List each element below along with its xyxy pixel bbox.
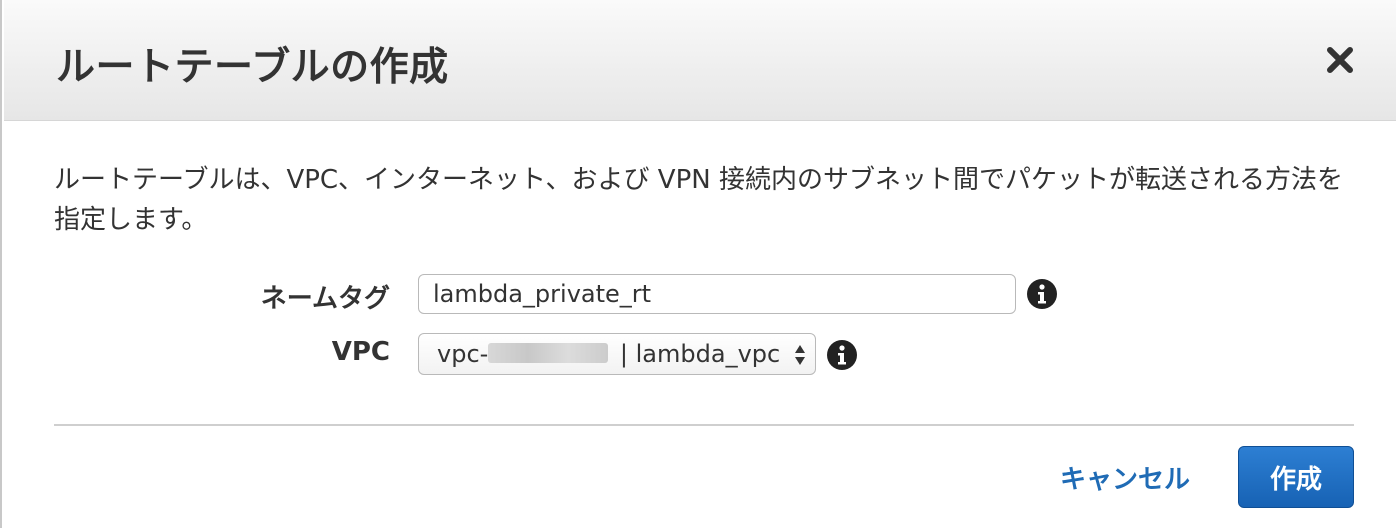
vpc-label: VPC — [331, 337, 390, 367]
info-icon[interactable] — [1026, 278, 1058, 310]
redacted-vpc-id — [488, 343, 609, 363]
name-tag-label: ネームタグ — [260, 284, 390, 314]
dialog-header: ルートテーブルの作成 — [4, 0, 1396, 121]
create-button[interactable]: 作成 — [1238, 446, 1354, 508]
dialog-description: ルートテーブルは、VPC、インターネット、および VPN 接続内のサブネット間で… — [54, 165, 1343, 235]
vpc-select-suffix: | lambda_vpc — [612, 340, 781, 368]
vpc-select-prefix: vpc- — [437, 340, 489, 368]
close-icon[interactable] — [1322, 42, 1358, 78]
footer-divider — [54, 424, 1354, 426]
vpc-select[interactable]: vpc- | lambda_vpc — [418, 333, 816, 375]
name-tag-input[interactable] — [418, 274, 1016, 314]
cancel-button[interactable]: キャンセル — [1060, 459, 1190, 496]
info-icon[interactable] — [826, 339, 858, 371]
dialog-title: ルートテーブルの作成 — [56, 45, 449, 90]
select-arrows-icon — [795, 345, 805, 365]
create-route-table-dialog: ルートテーブルの作成 ルートテーブルは、VPC、インターネット、および VPN … — [0, 0, 1396, 528]
